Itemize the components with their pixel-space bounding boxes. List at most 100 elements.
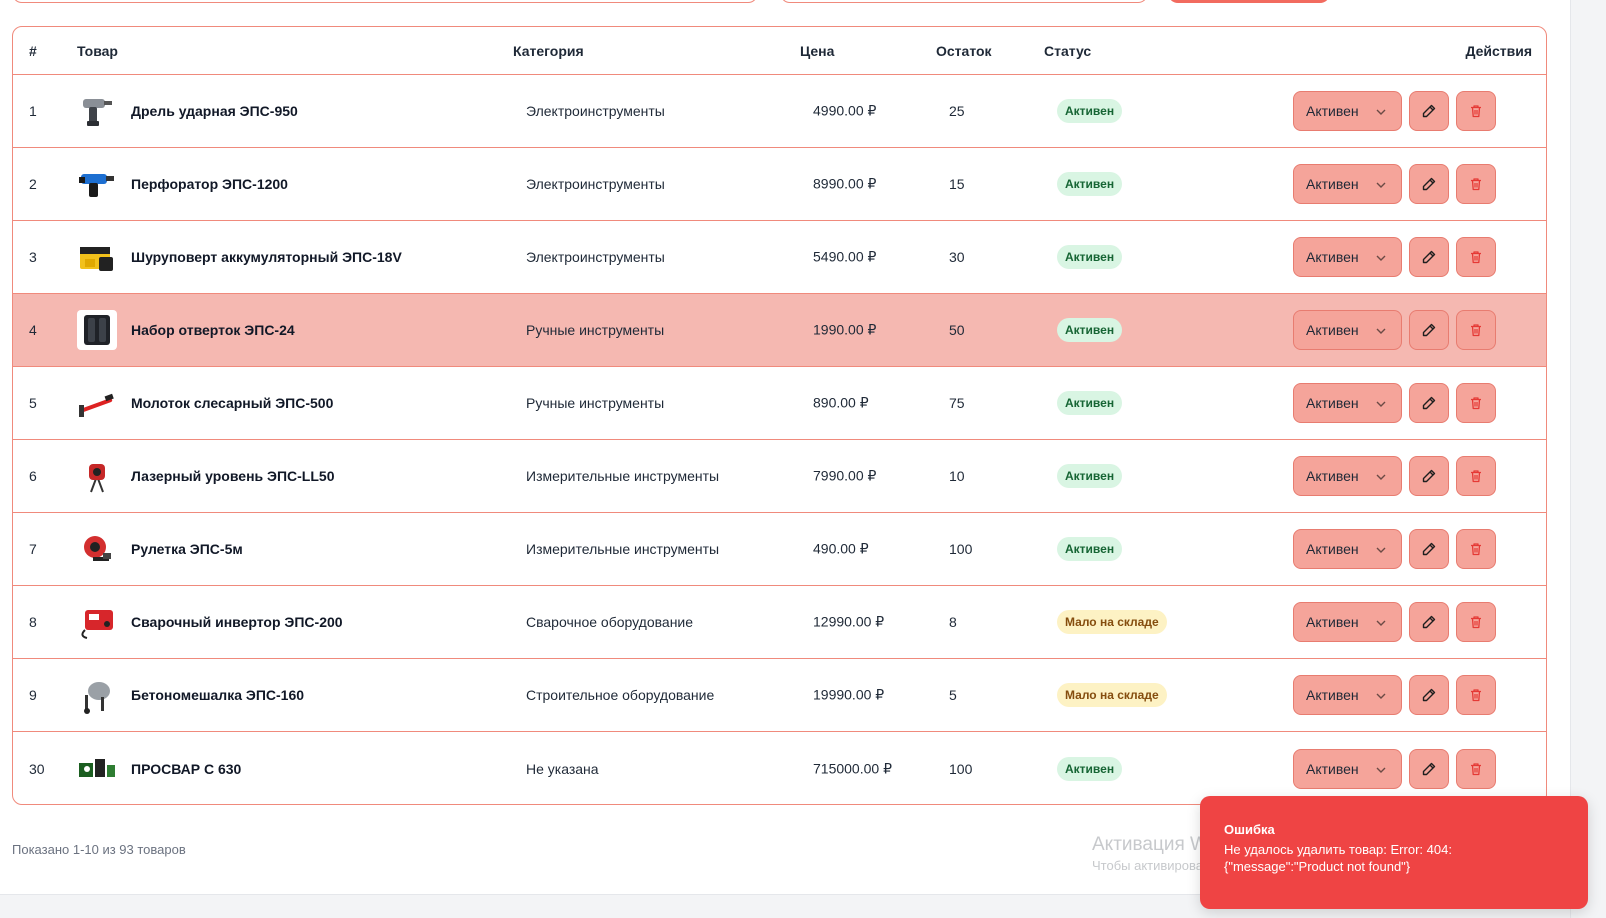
table-row[interactable]: 8 Сварочный инвертор ЭПС-200 Сварочное обо… [13, 586, 1546, 659]
status-badge-cell: Активен [1057, 99, 1123, 123]
status-select-value: Активен [1306, 395, 1359, 411]
status-badge-cell: Активен [1057, 245, 1123, 269]
status-select[interactable]: Активен [1293, 748, 1402, 789]
row-number: 2 [29, 176, 37, 192]
status-select[interactable]: Активен [1293, 237, 1402, 277]
edit-button[interactable] [1409, 237, 1449, 277]
status-select-value: Активен [1306, 103, 1359, 119]
pencil-icon [1422, 469, 1436, 483]
toast-title: Ошибка [1224, 822, 1275, 837]
header-product: Товар [77, 43, 118, 59]
table-row[interactable]: 3 Шуруповерт аккумуляторный ЭПС-18V Электр… [13, 221, 1546, 294]
status-badge-cell: Активен [1057, 391, 1123, 415]
header-stock: Остаток [936, 43, 992, 59]
status-badge-cell: Активен [1057, 537, 1123, 561]
delete-button[interactable] [1456, 164, 1496, 204]
delete-button[interactable] [1456, 748, 1496, 789]
product-category: Измерительные инструменты [526, 468, 720, 484]
table-row[interactable]: 6 Лазерный уровень ЭПС-LL50 Измерительные … [13, 440, 1546, 513]
status-badge: Активен [1057, 391, 1123, 415]
chevron-down-icon [1376, 401, 1386, 407]
status-select[interactable]: Активен [1293, 91, 1402, 131]
product-stock: 15 [949, 176, 965, 192]
status-badge: Активен [1057, 756, 1123, 781]
edit-button[interactable] [1409, 91, 1449, 131]
edit-button[interactable] [1409, 748, 1449, 789]
status-badge-cell: Активен [1057, 756, 1123, 781]
delete-button[interactable] [1456, 383, 1496, 423]
status-badge-cell: Активен [1057, 172, 1123, 196]
delete-button[interactable] [1456, 602, 1496, 642]
product-price: 490.00 ₽ [813, 540, 869, 557]
edit-button[interactable] [1409, 164, 1449, 204]
status-badge: Активен [1057, 172, 1123, 196]
table-row[interactable]: 4 Набор отверток ЭПС-24 Ручные инструменты… [13, 294, 1546, 367]
trash-icon [1471, 470, 1481, 483]
delete-button[interactable] [1456, 529, 1496, 569]
status-badge: Активен [1057, 318, 1123, 342]
product-category: Электроинструменты [526, 103, 665, 119]
product-name: Лазерный уровень ЭПС-LL50 [131, 468, 335, 484]
status-select[interactable]: Активен [1293, 383, 1402, 423]
edit-button[interactable] [1409, 529, 1449, 569]
trash-icon [1471, 105, 1481, 118]
delete-button[interactable] [1456, 675, 1496, 715]
product-price: 19990.00 ₽ [813, 686, 885, 703]
status-select[interactable]: Активен [1293, 675, 1402, 715]
scrollbar-divider [1570, 0, 1571, 918]
product-price: 12990.00 ₽ [813, 613, 885, 630]
status-badge: Мало на складе [1057, 683, 1167, 707]
delete-button[interactable] [1456, 91, 1496, 131]
product-name: ПРОСВАР С 630 [131, 760, 242, 777]
edit-button[interactable] [1409, 456, 1449, 496]
status-select[interactable]: Активен [1293, 310, 1402, 350]
delete-button[interactable] [1456, 456, 1496, 496]
edit-button[interactable] [1409, 383, 1449, 423]
products-table: # Товар Категория Цена Остаток Статус Де… [12, 26, 1547, 805]
header-price: Цена [800, 43, 835, 59]
table-row[interactable]: 7 Рулетка ЭПС-5м Измерительные инструменты… [13, 513, 1546, 586]
trash-icon [1471, 324, 1481, 337]
product-thumbnail [77, 91, 117, 131]
table-row[interactable]: 2 Перфоратор ЭПС-1200 Электроинструменты 89… [13, 148, 1546, 221]
product-price: 5490.00 ₽ [813, 248, 877, 265]
status-select[interactable]: Активен [1293, 456, 1402, 496]
row-number: 5 [29, 395, 37, 411]
trash-icon [1471, 762, 1481, 775]
product-name: Набор отверток ЭПС-24 [131, 322, 295, 338]
status-select-value: Активен [1306, 687, 1359, 703]
filter-button-edge[interactable] [1168, 0, 1330, 3]
scrollbar-track[interactable] [1570, 0, 1606, 918]
error-toast[interactable]: Ошибка Не удалось удалить товар: Error: … [1200, 796, 1588, 909]
product-stock: 10 [949, 468, 965, 484]
status-select[interactable]: Активен [1293, 602, 1402, 642]
edit-button[interactable] [1409, 602, 1449, 642]
delete-button[interactable] [1456, 310, 1496, 350]
edit-button[interactable] [1409, 675, 1449, 715]
table-row[interactable]: 1 Дрель ударная ЭПС-950 Электроинструменты… [13, 75, 1546, 148]
table-row[interactable]: 9 Бетономешалка ЭПС-160 Строительное обору… [13, 659, 1546, 732]
delete-button[interactable] [1456, 237, 1496, 277]
pencil-icon [1422, 104, 1436, 118]
product-thumbnail [77, 383, 117, 423]
pencil-icon [1422, 762, 1436, 775]
row-number: 7 [29, 541, 37, 557]
trash-icon [1471, 689, 1481, 702]
product-name: Дрель ударная ЭПС-950 [131, 103, 298, 119]
category-filter-edge[interactable] [780, 0, 1148, 3]
chevron-down-icon [1376, 255, 1386, 261]
product-category: Строительное оборудование [526, 687, 715, 703]
product-stock: 75 [949, 395, 965, 411]
status-badge: Активен [1057, 245, 1123, 269]
edit-button[interactable] [1409, 310, 1449, 350]
product-name: Молоток слесарный ЭПС-500 [131, 395, 334, 411]
search-field-edge[interactable] [12, 0, 758, 3]
table-row[interactable]: 5 Молоток слесарный ЭПС-500 Ручные инструм… [13, 367, 1546, 440]
status-select[interactable]: Активен [1293, 164, 1402, 204]
row-number: 8 [29, 614, 37, 630]
table-body: 1 Дрель ударная ЭПС-950 Электроинструменты… [13, 75, 1546, 804]
status-select[interactable]: Активен [1293, 529, 1402, 569]
table-row[interactable]: 30 ПРОСВАР С 630 Не указана 715000.00 ₽ 100 А… [13, 732, 1546, 804]
product-name: Шуруповерт аккумуляторный ЭПС-18V [131, 249, 402, 265]
product-stock: 8 [949, 614, 957, 630]
